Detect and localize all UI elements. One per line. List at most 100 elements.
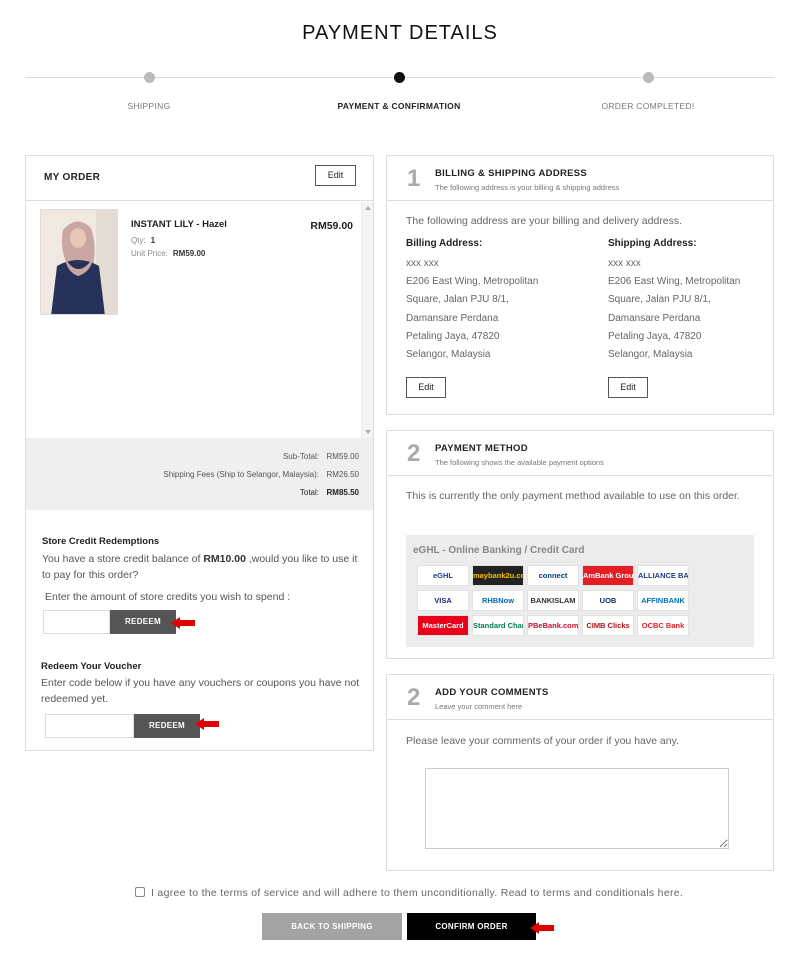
voucher-text: Enter code below if you have any voucher… [41, 677, 360, 705]
bank-logo-eghl: eGHL [417, 565, 469, 586]
scroll-down-icon[interactable] [365, 430, 371, 434]
my-order-title: MY ORDER [44, 172, 101, 183]
subtotal-value: RM59.00 [326, 452, 359, 461]
shipping-address-heading: Shipping Address: [608, 238, 697, 249]
step-label-completed: ORDER COMPLETED! [601, 101, 695, 111]
step-dot-shipping [144, 72, 155, 83]
comments-textarea[interactable] [425, 768, 729, 849]
shipping-address-line: E206 East Wing, Metropolitan [608, 276, 741, 288]
store-credit-prompt: Enter the amount of store credits you wi… [45, 591, 291, 603]
qty-value: 1 [150, 236, 156, 245]
shipping-row: Shipping Fees (Ship to Selangor, Malaysi… [163, 470, 359, 479]
bank-logo-pbebank-com: PBeBank.com [527, 615, 579, 636]
billing-shipping-title: BILLING & SHIPPING ADDRESS [435, 168, 588, 179]
billing-shipping-header: 1 BILLING & SHIPPING ADDRESS The followi… [387, 156, 773, 201]
billing-shipping-subtitle: The following address is your billing & … [435, 183, 620, 192]
bank-logo-ambank-group: AmBank Group [582, 565, 634, 586]
shipping-address-line: xxx xxx [608, 258, 641, 269]
red-arrow-icon [195, 718, 219, 730]
voucher-redeem-button[interactable]: REDEEM [134, 714, 200, 738]
edit-order-button[interactable]: Edit [315, 165, 356, 186]
step-dot-completed [643, 72, 654, 83]
confirm-order-button[interactable]: CONFIRM ORDER [407, 913, 536, 940]
back-to-shipping-button[interactable]: BACK TO SHIPPING [262, 913, 402, 940]
shipping-address: Shipping Address: xxx xxx E206 East Wing… [608, 238, 778, 364]
comments-subtitle: Leave your comment here [435, 702, 523, 711]
billing-address-line: E206 East Wing, Metropolitan [406, 276, 539, 288]
shipping-value: RM26.50 [326, 470, 359, 479]
product-image [40, 209, 118, 315]
bank-logo-maybank2u-com: maybank2u.com [472, 565, 524, 586]
subtotal-label: Sub-Total: [282, 452, 319, 461]
billing-address-line: Damansare Perdana [406, 312, 499, 324]
store-credit-input[interactable] [43, 610, 110, 634]
comments-intro: Please leave your comments of your order… [406, 735, 679, 747]
product-price: RM59.00 [310, 220, 353, 232]
billing-address-line: Petaling Jaya, 47820 [406, 330, 500, 342]
red-arrow-icon [530, 922, 554, 934]
bank-logo-mastercard: MasterCard [417, 615, 469, 636]
order-items-list[interactable]: INSTANT LILY - Hazel RM59.00 Qty: 1 Unit … [26, 202, 373, 438]
edit-billing-button[interactable]: Edit [406, 377, 446, 398]
payment-intro: This is currently the only payment metho… [406, 490, 740, 502]
payment-method-title: PAYMENT METHOD [435, 443, 528, 454]
page-title: PAYMENT DETAILS [302, 22, 498, 44]
store-credit-text-pre: You have a store credit balance of [42, 553, 204, 565]
comments-panel: 2 ADD YOUR COMMENTS Leave your comment h… [386, 674, 774, 871]
unit-price-value: RM59.00 [172, 249, 206, 258]
edit-shipping-button[interactable]: Edit [608, 377, 648, 398]
my-order-panel: MY ORDER Edit INSTANT LILY - Hazel RM59.… [25, 155, 374, 751]
section-number: 1 [407, 165, 421, 192]
red-arrow-icon [171, 617, 195, 629]
unit-price-label: Unit Price: [131, 249, 168, 258]
shipping-address-line: Petaling Jaya, 47820 [608, 330, 702, 342]
total-label: Total: [299, 488, 319, 497]
shipping-label: Shipping Fees (Ship to Selangor, Malaysi… [163, 470, 319, 479]
billing-address-line: Selangor, Malaysia [406, 349, 491, 361]
bank-logo-affinbank: AFFINBANK [637, 590, 689, 611]
store-credit-balance: RM10.00 [203, 553, 246, 565]
bank-logo-bankislam: BANKISLAM [527, 590, 579, 611]
store-credit-text: You have a store credit balance of RM10.… [42, 551, 362, 583]
scroll-up-icon[interactable] [365, 206, 371, 210]
billing-address-line: xxx xxx [406, 258, 439, 269]
terms-text[interactable]: I agree to the terms of service and will… [151, 887, 683, 899]
subtotal-row: Sub-Total: RM59.00 [283, 452, 359, 461]
step-label-shipping[interactable]: SHIPPING [49, 101, 249, 111]
egh-payment-option[interactable]: eGHL - Online Banking / Credit Card eGHL… [406, 535, 754, 647]
product-unit-price: Unit Price: RM59.00 [131, 249, 205, 258]
gateway-title: eGHL - Online Banking / Credit Card [413, 545, 585, 556]
bank-logo-uob: UOB [582, 590, 634, 611]
bank-logo-alliance-bank: ALLIANCE BANK [637, 565, 689, 586]
shipping-address-line: Damansare Perdana [608, 312, 701, 324]
my-order-header: MY ORDER Edit [26, 156, 373, 201]
section-number: 2 [407, 684, 421, 711]
voucher-title: Redeem Your Voucher [41, 661, 142, 672]
store-credit-redeem-button[interactable]: REDEEM [110, 610, 176, 634]
payment-method-header: 2 PAYMENT METHOD The following shows the… [387, 431, 773, 476]
shipping-address-line: Selangor, Malaysia [608, 349, 693, 361]
step-dot-payment [394, 72, 405, 83]
total-row: Total: RM85.50 [300, 488, 359, 497]
step-label-payment: PAYMENT & CONFIRMATION [337, 101, 461, 111]
billing-shipping-panel: 1 BILLING & SHIPPING ADDRESS The followi… [386, 155, 774, 415]
product-name[interactable]: INSTANT LILY - Hazel [131, 219, 227, 230]
order-totals: Sub-Total: RM59.00 Shipping Fees (Ship to… [26, 438, 373, 510]
store-credit-title: Store Credit Redemptions [42, 536, 160, 547]
bank-logo-standard-chartered: Standard Chartered [472, 615, 524, 636]
billing-address-line: Square, Jalan PJU 8/1, [406, 294, 509, 306]
voucher-input[interactable] [45, 714, 134, 738]
bank-logo-ocbc-bank: OCBC Bank [637, 615, 689, 636]
bank-logo-rhbnow: RHBNow [472, 590, 524, 611]
qty-label: Qty: [131, 236, 146, 245]
product-qty: Qty: 1 [131, 236, 155, 245]
terms-agreement: I agree to the terms of service and will… [135, 887, 683, 899]
order-scrollbar[interactable] [361, 202, 373, 438]
bank-logo-visa: VISA [417, 590, 469, 611]
shipping-address-line: Square, Jalan PJU 8/1, [608, 294, 711, 306]
section-number: 2 [407, 440, 421, 467]
billing-intro: The following address are your billing a… [406, 215, 683, 227]
bank-logo-cimb-clicks: CIMB Clicks [582, 615, 634, 636]
terms-checkbox[interactable] [135, 887, 145, 897]
payment-method-panel: 2 PAYMENT METHOD The following shows the… [386, 430, 774, 659]
